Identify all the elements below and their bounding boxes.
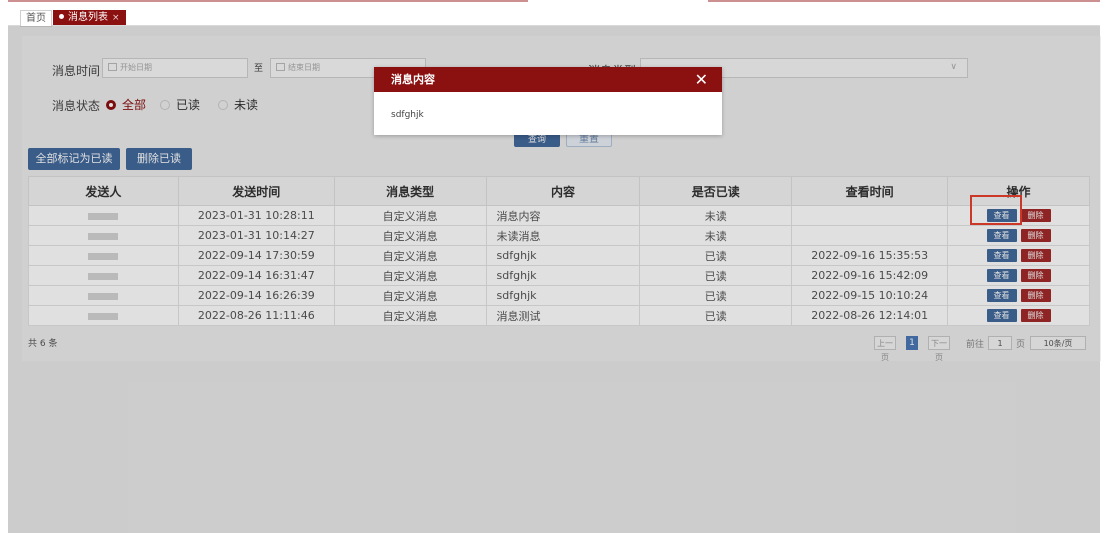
close-tab-icon[interactable]: × bbox=[112, 13, 120, 23]
top-edge-lines bbox=[8, 0, 1100, 2]
tab-home[interactable]: 首页 bbox=[20, 10, 52, 27]
message-content-dialog: 消息内容 ✕ sdfghjk bbox=[374, 67, 722, 135]
dialog-body-text: sdfghjk bbox=[391, 110, 424, 120]
tab-message-list-label: 消息列表 bbox=[68, 12, 108, 23]
dialog-header: 消息内容 ✕ bbox=[374, 67, 722, 92]
dialog-title: 消息内容 bbox=[391, 73, 435, 86]
tab-message-list[interactable]: 消息列表 × bbox=[53, 10, 126, 25]
active-dot-icon bbox=[59, 14, 64, 19]
close-icon[interactable]: ✕ bbox=[695, 67, 708, 92]
